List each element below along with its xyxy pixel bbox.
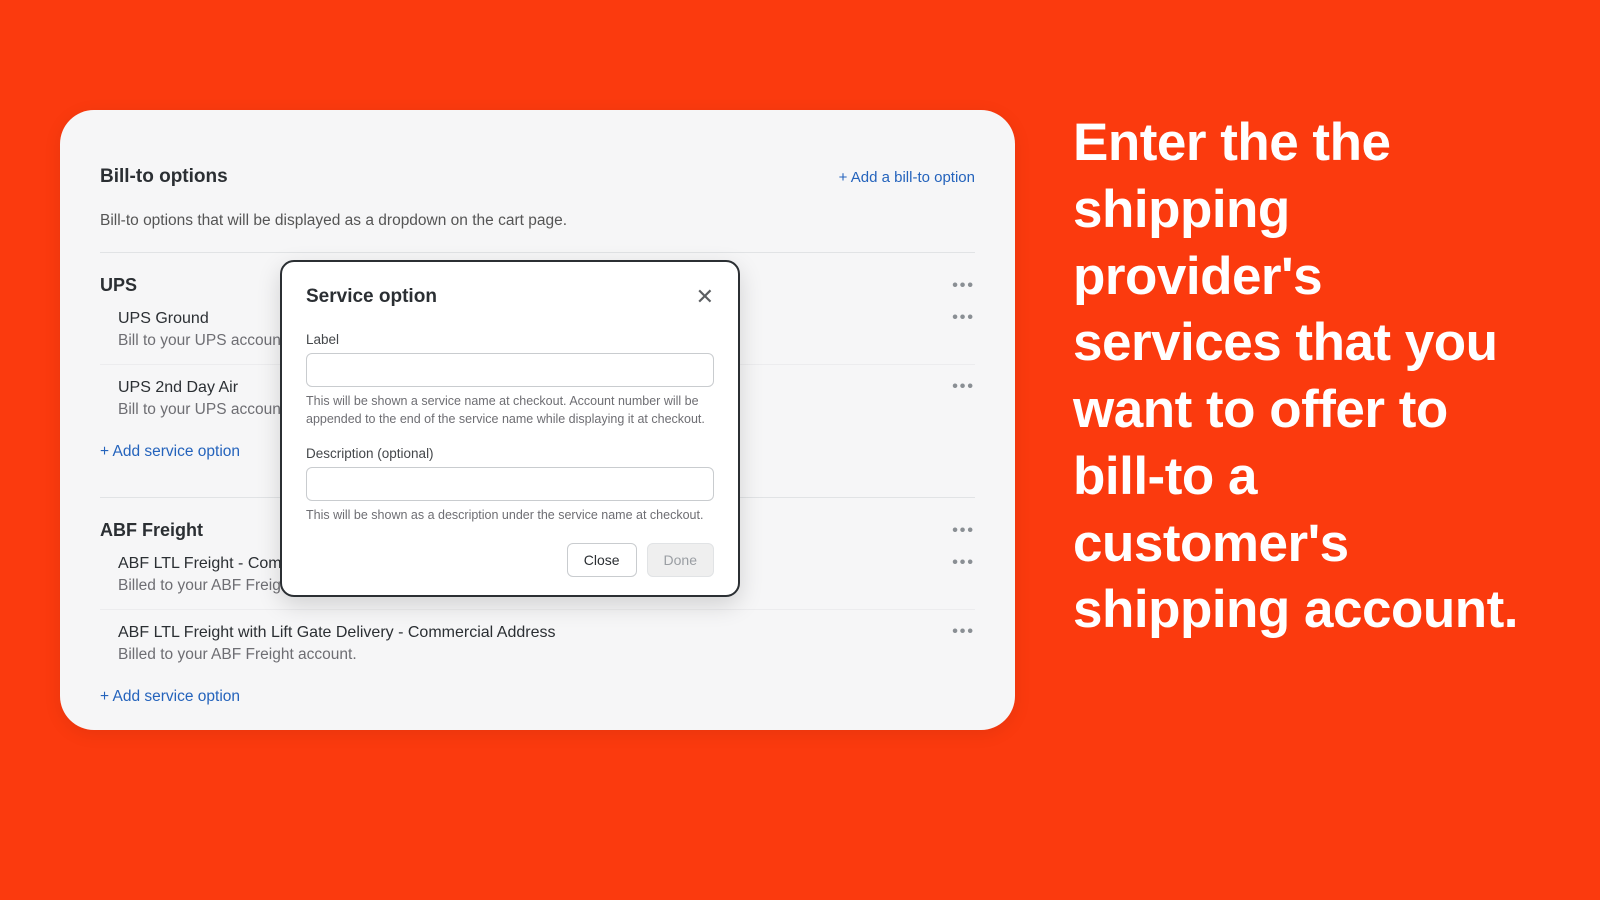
more-icon[interactable]: •••	[952, 624, 975, 640]
more-icon[interactable]: •••	[952, 278, 975, 294]
divider	[100, 252, 975, 253]
label-input[interactable]	[306, 353, 714, 387]
add-service-option-link[interactable]: + Add service option	[100, 678, 975, 720]
service-option-title: UPS 2nd Day Air	[118, 379, 285, 397]
panel-header: Bill-to options + Add a bill-to option	[100, 166, 975, 188]
more-icon[interactable]: •••	[952, 555, 975, 571]
carrier-name: UPS	[100, 275, 137, 296]
label-field-label: Label	[306, 332, 714, 347]
label-field-help: This will be shown a service name at che…	[306, 393, 714, 428]
service-option-modal: Service option ✕ Label This will be show…	[280, 260, 740, 597]
more-icon[interactable]: •••	[952, 310, 975, 326]
service-option-sub: Billed to your ABF Freight account.	[118, 646, 555, 664]
promo-text: Enter the the shipping provider's servic…	[1073, 110, 1543, 644]
carrier-name: ABF Freight	[100, 520, 203, 541]
close-button[interactable]: Close	[567, 543, 637, 577]
close-icon[interactable]: ✕	[696, 286, 714, 308]
add-bill-to-option-link[interactable]: + Add a bill-to option	[839, 169, 975, 186]
modal-header: Service option ✕	[306, 286, 714, 308]
panel-subtitle: Bill-to options that will be displayed a…	[100, 212, 975, 230]
service-option-title: ABF LTL Freight with Lift Gate Delivery …	[118, 624, 555, 642]
description-field-help: This will be shown as a description unde…	[306, 507, 714, 525]
modal-title: Service option	[306, 286, 437, 308]
service-option-row: ABF LTL Freight with Lift Gate Delivery …	[100, 609, 975, 678]
description-field-label: Description (optional)	[306, 446, 714, 461]
done-button[interactable]: Done	[647, 543, 714, 577]
more-icon[interactable]: •••	[952, 379, 975, 395]
modal-actions: Close Done	[306, 543, 714, 577]
service-option-sub: Bill to your UPS account	[118, 332, 285, 350]
description-input[interactable]	[306, 467, 714, 501]
service-option-title: UPS Ground	[118, 310, 285, 328]
panel-title: Bill-to options	[100, 166, 228, 188]
service-option-sub: Bill to your UPS account	[118, 401, 285, 419]
more-icon[interactable]: •••	[952, 523, 975, 539]
